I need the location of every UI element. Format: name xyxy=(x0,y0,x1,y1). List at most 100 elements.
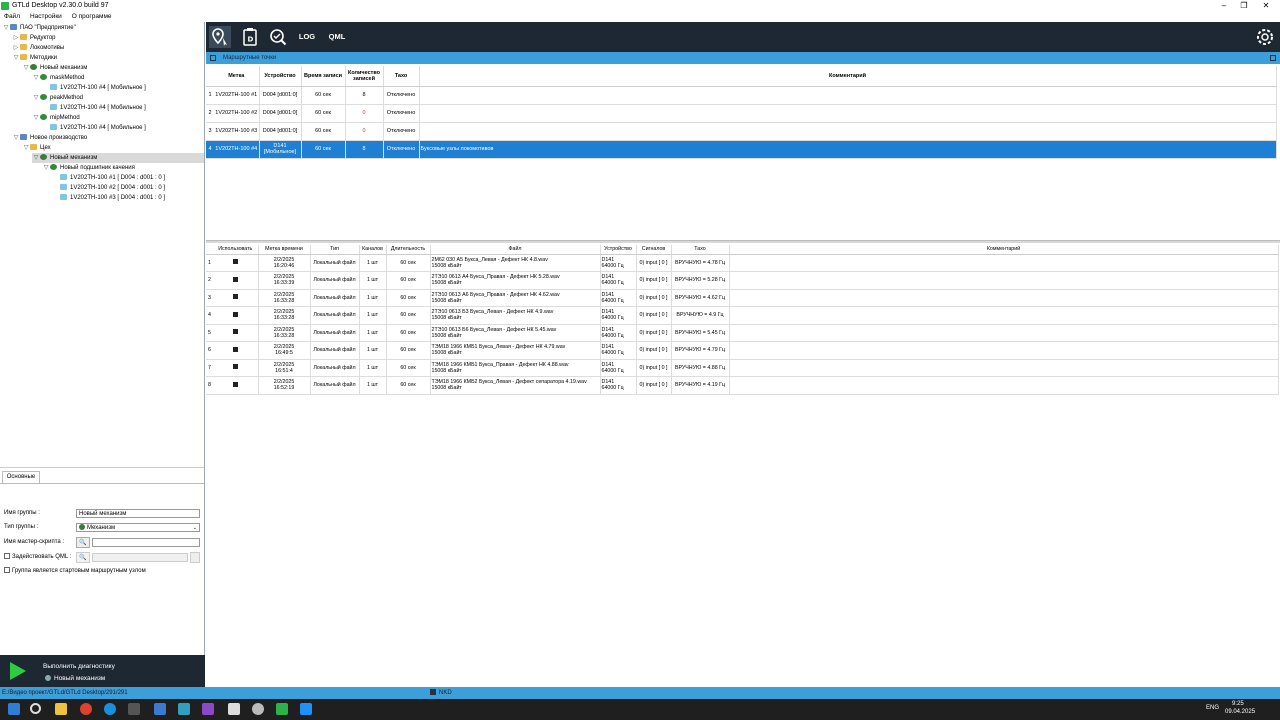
timestamp-cell[interactable]: 2/2/2025 16:33:28 xyxy=(258,289,311,307)
signals-cell[interactable]: 0) input [ 0 ] xyxy=(636,254,672,272)
channels-cell[interactable]: 1 шт xyxy=(359,254,387,272)
settings-icon[interactable] xyxy=(252,703,264,715)
collapse-icon[interactable]: ▽ xyxy=(32,73,40,83)
recording-row[interactable]: 4 2/2/2025 16:33:28 Локальный файл 1 шт 60 се… xyxy=(206,306,1279,325)
input-language[interactable]: ENG xyxy=(1206,705,1219,711)
collapse-icon[interactable]: ▽ xyxy=(22,63,30,73)
route-tacho[interactable]: Отключено xyxy=(383,86,420,105)
type-cell[interactable]: Локальный файл xyxy=(310,271,360,290)
device-cell[interactable]: D141 64000 Гц xyxy=(600,254,637,272)
app-icon[interactable] xyxy=(202,703,214,715)
row-number[interactable]: 7 xyxy=(206,359,213,377)
data-device-icon[interactable]: D xyxy=(239,26,261,48)
check-search-icon[interactable] xyxy=(267,26,289,48)
timestamp-cell[interactable]: 2/2/2025 16:20:46 xyxy=(258,254,311,272)
col-tacho[interactable]: Тахо xyxy=(671,245,730,255)
collapse-icon[interactable]: ▽ xyxy=(12,133,20,143)
col-comment[interactable]: Комментарий xyxy=(729,245,1279,255)
col-use[interactable]: Использовать xyxy=(213,245,259,255)
channels-cell[interactable]: 1 шт xyxy=(359,376,387,395)
tree-item[interactable]: ▷ Редуктор xyxy=(12,33,204,43)
route-mark[interactable]: 1V202TH-100 #4 xyxy=(214,140,260,159)
chrome-icon[interactable] xyxy=(80,703,92,715)
route-device[interactable]: D004 [d001:0] xyxy=(259,86,302,105)
col-channels[interactable]: Каналов xyxy=(359,245,387,255)
play-icon[interactable] xyxy=(10,662,26,680)
skype-icon[interactable] xyxy=(104,703,116,715)
collapse-icon[interactable]: ▽ xyxy=(12,53,20,63)
type-cell[interactable]: Локальный файл xyxy=(310,254,360,272)
tree-item[interactable]: ▽ peakMethod xyxy=(32,93,204,103)
log-button[interactable]: LOG xyxy=(296,26,318,48)
undock-icon[interactable] xyxy=(210,55,216,61)
signals-cell[interactable]: 0) input [ 0 ] xyxy=(636,271,672,290)
app-icon[interactable] xyxy=(178,703,190,715)
row-number[interactable]: 4 xyxy=(206,306,213,325)
channels-cell[interactable]: 1 шт xyxy=(359,359,387,377)
device-cell[interactable]: D141 64000 Гц xyxy=(600,376,637,395)
row-number[interactable]: 3 xyxy=(206,122,214,141)
tacho-cell[interactable]: ВРУЧНУЮ = 4.78 Гц xyxy=(671,254,730,272)
route-record-time[interactable]: 60 сек xyxy=(301,122,346,141)
route-row[interactable]: 1 1V202TH-100 #1 D004 [d001:0] 60 сек 8 Отклю… xyxy=(206,86,1277,105)
comment-cell[interactable] xyxy=(729,376,1279,395)
collapse-icon[interactable]: ▽ xyxy=(22,143,30,153)
type-cell[interactable]: Локальный файл xyxy=(310,376,360,395)
route-comment[interactable] xyxy=(419,86,1277,105)
use-checkbox-cell[interactable] xyxy=(213,324,259,342)
app-icon[interactable] xyxy=(300,703,312,715)
file-cell[interactable]: ТЭМ18 1966 КМБ2 Букса_Левая - Дефект сеп… xyxy=(430,376,601,395)
route-row[interactable]: 3 1V202TH-100 #3 D004 [d001:0] 60 сек 0 Отклю… xyxy=(206,122,1277,141)
file-cell[interactable]: ТЭМ18 1966 КМБ1 Букса_Левая - Дефект НК … xyxy=(430,341,601,360)
tree-item[interactable]: 1V202TH-100 #1 [ D004 : d001 : 0 ] xyxy=(52,173,204,183)
row-number[interactable]: 2 xyxy=(206,271,213,290)
maximize-button[interactable]: ❐ xyxy=(1234,0,1254,12)
route-mark[interactable]: 1V202TH-100 #2 xyxy=(214,104,260,123)
use-checkbox[interactable] xyxy=(232,381,238,387)
recording-row[interactable]: 7 2/2/2025 16:51:4 Локальный файл 1 шт 60 сек… xyxy=(206,359,1279,377)
recording-row[interactable]: 6 2/2/2025 16:49:5 Локальный файл 1 шт 60 сек… xyxy=(206,341,1279,360)
route-device[interactable]: D004 [d001:0] xyxy=(259,122,302,141)
collapse-icon[interactable]: ▽ xyxy=(32,113,40,123)
tab-main[interactable]: Основные xyxy=(2,471,40,483)
comment-cell[interactable] xyxy=(729,271,1279,290)
channels-cell[interactable]: 1 шт xyxy=(359,271,387,290)
route-mark[interactable]: 1V202TH-100 #3 xyxy=(214,122,260,141)
recording-row[interactable]: 3 2/2/2025 16:33:28 Локальный файл 1 шт 60 се… xyxy=(206,289,1279,307)
route-record-count[interactable]: 0 xyxy=(345,104,384,123)
timestamp-cell[interactable]: 2/2/2025 16:52:19 xyxy=(258,376,311,395)
recording-row[interactable]: 5 2/2/2025 16:33:28 Локальный файл 1 шт 60 се… xyxy=(206,324,1279,342)
device-cell[interactable]: D141 64000 Гц xyxy=(600,359,637,377)
tree-item[interactable]: 1V202TH-100 #4 [ Мобильное ] xyxy=(42,103,204,113)
tree-item[interactable]: ▽ Методики xyxy=(12,53,204,63)
signals-cell[interactable]: 0) input [ 0 ] xyxy=(636,306,672,325)
comment-cell[interactable] xyxy=(729,254,1279,272)
comment-cell[interactable] xyxy=(729,324,1279,342)
row-number[interactable]: 1 xyxy=(206,86,214,105)
tacho-cell[interactable]: ВРУЧНУЮ = 4.19 Гц xyxy=(671,376,730,395)
duration-cell[interactable]: 60 сек xyxy=(386,289,431,307)
comment-cell[interactable] xyxy=(729,306,1279,325)
duration-cell[interactable]: 60 сек xyxy=(386,376,431,395)
file-cell[interactable]: 2М62 030 А5 Букса_Левая - Дефект НК 4.8.… xyxy=(430,254,601,272)
signals-cell[interactable]: 0) input [ 0 ] xyxy=(636,341,672,360)
comment-cell[interactable] xyxy=(729,341,1279,360)
collapse-icon[interactable]: ▽ xyxy=(32,93,40,103)
comment-cell[interactable] xyxy=(729,359,1279,377)
duration-cell[interactable]: 60 сек xyxy=(386,271,431,290)
duration-cell[interactable]: 60 сек xyxy=(386,306,431,325)
col-timestamp[interactable]: Метка времени xyxy=(258,245,311,255)
route-row[interactable]: 2 1V202TH-100 #2 D004 [d001:0] 60 сек 0 Отклю… xyxy=(206,104,1277,123)
tacho-cell[interactable]: ВРУЧНУЮ = 4.79 Гц xyxy=(671,341,730,360)
app-icon[interactable] xyxy=(154,703,166,715)
tacho-cell[interactable]: ВРУЧНУЮ = 4.88 Гц xyxy=(671,359,730,377)
signals-cell[interactable]: 0) input [ 0 ] xyxy=(636,359,672,377)
collapse-icon[interactable]: ▽ xyxy=(32,153,40,163)
device-cell[interactable]: D141 64000 Гц xyxy=(600,271,637,290)
signals-cell[interactable]: 0) input [ 0 ] xyxy=(636,376,672,395)
expand-icon[interactable]: ▷ xyxy=(12,33,20,43)
minimize-button[interactable]: – xyxy=(1214,0,1234,12)
col-time[interactable]: Время записи xyxy=(301,66,346,87)
file-cell[interactable]: 2ТЭ10 0613 Б6 Букса_Левая - Дефект НК 5.… xyxy=(430,324,601,342)
col-tacho[interactable]: Тахо xyxy=(383,66,420,87)
